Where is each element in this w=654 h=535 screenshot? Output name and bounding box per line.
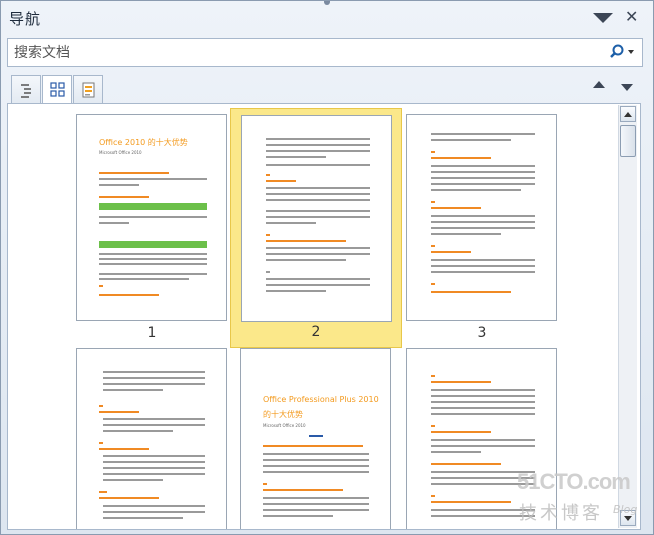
watermark-text: 51CTO.com bbox=[517, 469, 631, 494]
nav-tabs bbox=[7, 75, 647, 105]
page-thumbnail-4[interactable] bbox=[74, 346, 228, 529]
page-thumbnail-5[interactable]: Office Professional Plus 2010 的十大优势 Micr… bbox=[238, 346, 394, 529]
vertical-scrollbar[interactable] bbox=[618, 105, 637, 528]
page-number: 3 bbox=[477, 325, 487, 341]
pane-options-dropdown-icon[interactable] bbox=[593, 13, 613, 23]
pane-title: 导航 bbox=[9, 10, 42, 28]
page-preview bbox=[406, 114, 557, 321]
search-document-input[interactable] bbox=[12, 41, 606, 65]
tab-headings[interactable] bbox=[11, 75, 41, 103]
thumbnails-area: Office 2010 的十大优势 Microsoft Office 2010 … bbox=[7, 103, 641, 530]
page-preview bbox=[76, 348, 227, 529]
thumbnails-grid-icon bbox=[50, 82, 65, 97]
page-thumbnail-2-selected[interactable]: 2 bbox=[230, 108, 402, 348]
page-number: 1 bbox=[147, 325, 157, 341]
tab-search-results[interactable] bbox=[73, 75, 103, 103]
page-thumbnail-1[interactable]: Office 2010 的十大优势 Microsoft Office 2010 … bbox=[74, 112, 228, 342]
watermark-text-3: Blog bbox=[613, 503, 638, 516]
page-preview: Office Professional Plus 2010 的十大优势 Micr… bbox=[240, 348, 391, 529]
page-subtitle-text: Microsoft Office 2010 bbox=[263, 423, 306, 428]
previous-result-icon[interactable] bbox=[593, 81, 605, 88]
page-thumbnail-3[interactable]: 3 bbox=[404, 112, 560, 342]
page-preview bbox=[241, 115, 392, 322]
scroll-up-button[interactable] bbox=[620, 106, 636, 122]
page-subtitle-text: Microsoft Office 2010 bbox=[99, 150, 142, 155]
search-button[interactable] bbox=[608, 42, 638, 62]
page-preview: Office 2010 的十大优势 Microsoft Office 2010 bbox=[76, 114, 227, 321]
results-page-icon bbox=[82, 82, 95, 98]
page-title-text: Office Professional Plus 2010 bbox=[263, 395, 379, 404]
pane-titlebar: 导航 ✕ bbox=[1, 1, 653, 33]
scroll-thumb[interactable] bbox=[620, 125, 636, 157]
page-title-text: Office 2010 的十大优势 bbox=[99, 138, 188, 147]
navigation-pane: 导航 ✕ 搜索文档 Office 2010 的十大优势 Microsoft Of… bbox=[0, 0, 654, 535]
page-number: 2 bbox=[311, 324, 321, 340]
next-result-icon[interactable] bbox=[621, 84, 633, 91]
watermark-text-2: 技术博客 bbox=[519, 503, 603, 524]
page-title-text-2: 的十大优势 bbox=[263, 410, 303, 419]
headings-icon bbox=[21, 84, 31, 98]
search-box bbox=[7, 38, 643, 67]
tab-page-thumbnails[interactable] bbox=[42, 75, 72, 105]
watermark: 51CTO.com 技术博客 Blog bbox=[517, 469, 645, 529]
resize-grip-icon[interactable] bbox=[324, 1, 330, 5]
close-pane-icon[interactable]: ✕ bbox=[625, 7, 638, 26]
magnifier-icon bbox=[610, 44, 634, 58]
